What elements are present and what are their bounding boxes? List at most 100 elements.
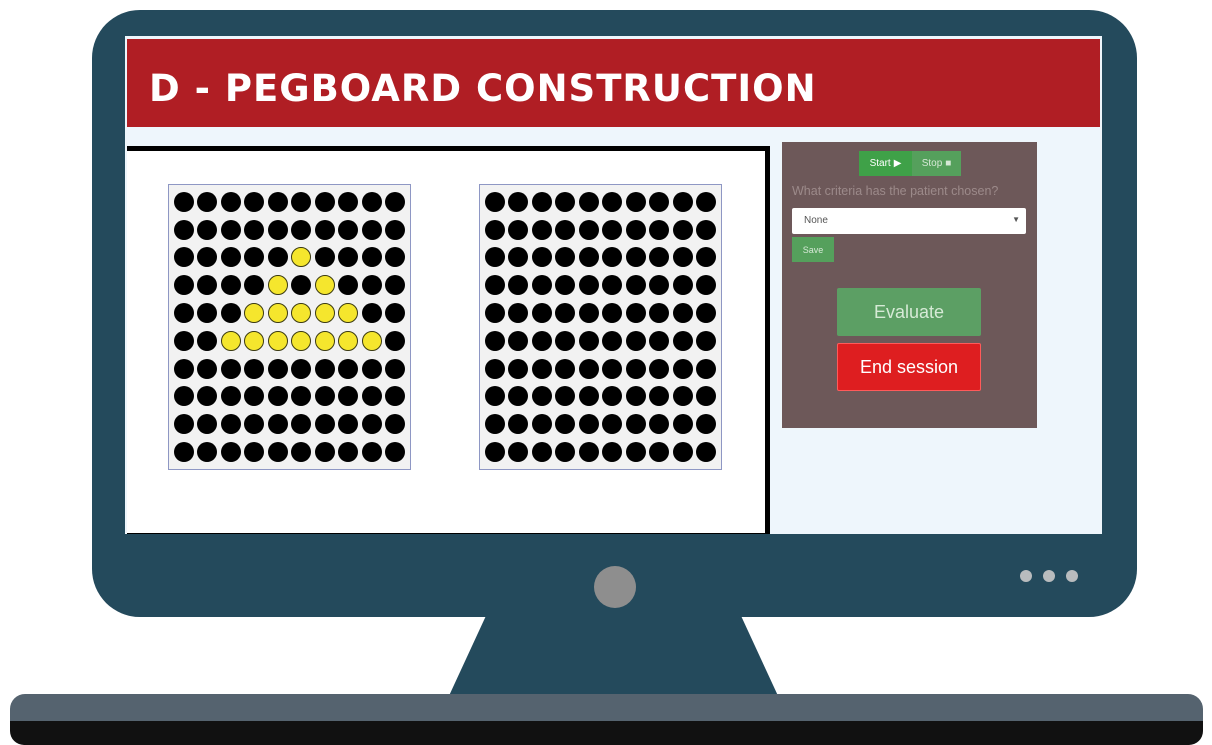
peg-hole[interactable] — [696, 247, 717, 268]
peg-hole[interactable] — [555, 442, 576, 463]
peg-hole[interactable] — [484, 219, 505, 240]
peg-hole[interactable] — [696, 303, 717, 324]
peg-hole[interactable] — [578, 275, 599, 296]
peg-hole[interactable] — [696, 358, 717, 379]
peg-hole[interactable] — [672, 219, 693, 240]
peg-hole[interactable] — [625, 247, 646, 268]
peg-hole[interactable] — [602, 303, 623, 324]
peg-hole[interactable] — [531, 386, 552, 407]
peg-hole[interactable] — [672, 275, 693, 296]
peg-hole[interactable] — [672, 358, 693, 379]
peg-hole[interactable] — [696, 191, 717, 212]
peg-hole[interactable] — [555, 275, 576, 296]
peg-hole[interactable] — [484, 303, 505, 324]
start-button[interactable]: Start ▶ — [859, 151, 912, 176]
peg-hole[interactable] — [484, 330, 505, 351]
peg-hole[interactable] — [649, 303, 670, 324]
peg-hole[interactable] — [602, 219, 623, 240]
peg-hole[interactable] — [649, 358, 670, 379]
peg-hole[interactable] — [672, 247, 693, 268]
peg-hole[interactable] — [531, 247, 552, 268]
peg-hole[interactable] — [578, 303, 599, 324]
peg-hole[interactable] — [696, 275, 717, 296]
peg-hole[interactable] — [649, 275, 670, 296]
peg-hole[interactable] — [625, 191, 646, 212]
peg-hole[interactable] — [696, 386, 717, 407]
peg-hole[interactable] — [531, 330, 552, 351]
peg-hole[interactable] — [625, 330, 646, 351]
peg-hole[interactable] — [508, 442, 529, 463]
peg-hole[interactable] — [484, 442, 505, 463]
evaluate-button[interactable]: Evaluate — [837, 288, 981, 336]
peg-hole[interactable] — [625, 219, 646, 240]
peg-hole[interactable] — [672, 330, 693, 351]
peg-hole[interactable] — [555, 358, 576, 379]
peg-hole[interactable] — [649, 386, 670, 407]
peg-hole[interactable] — [508, 330, 529, 351]
peg-hole[interactable] — [531, 219, 552, 240]
peg-hole[interactable] — [649, 414, 670, 435]
peg-hole[interactable] — [484, 247, 505, 268]
peg-hole[interactable] — [484, 358, 505, 379]
peg-hole[interactable] — [508, 358, 529, 379]
end-session-button[interactable]: End session — [837, 343, 981, 391]
peg-hole[interactable] — [531, 191, 552, 212]
save-button[interactable]: Save — [792, 237, 834, 262]
peg-hole[interactable] — [555, 330, 576, 351]
peg-hole[interactable] — [555, 414, 576, 435]
peg-hole[interactable] — [649, 330, 670, 351]
peg-hole[interactable] — [578, 386, 599, 407]
peg-hole[interactable] — [649, 442, 670, 463]
peg-hole[interactable] — [625, 442, 646, 463]
peg-hole[interactable] — [555, 247, 576, 268]
peg-hole[interactable] — [508, 414, 529, 435]
peg-hole[interactable] — [578, 414, 599, 435]
peg-hole[interactable] — [508, 386, 529, 407]
peg-hole[interactable] — [508, 191, 529, 212]
peg-hole[interactable] — [531, 275, 552, 296]
peg-hole[interactable] — [531, 303, 552, 324]
peg-hole[interactable] — [649, 219, 670, 240]
peg-hole[interactable] — [578, 330, 599, 351]
peg-hole[interactable] — [578, 247, 599, 268]
peg-hole[interactable] — [672, 442, 693, 463]
peg-hole[interactable] — [602, 442, 623, 463]
peg-hole[interactable] — [602, 386, 623, 407]
peg-hole[interactable] — [555, 386, 576, 407]
peg-hole[interactable] — [531, 358, 552, 379]
peg-hole[interactable] — [508, 275, 529, 296]
peg-hole[interactable] — [484, 275, 505, 296]
peg-hole[interactable] — [602, 191, 623, 212]
peg-hole[interactable] — [578, 358, 599, 379]
peg-hole[interactable] — [508, 247, 529, 268]
pegboard-patient[interactable] — [479, 184, 722, 470]
peg-hole[interactable] — [555, 219, 576, 240]
peg-hole[interactable] — [508, 303, 529, 324]
peg-hole[interactable] — [649, 247, 670, 268]
peg-hole[interactable] — [484, 414, 505, 435]
peg-hole[interactable] — [672, 303, 693, 324]
peg-hole[interactable] — [672, 414, 693, 435]
peg-hole[interactable] — [602, 247, 623, 268]
peg-hole[interactable] — [602, 275, 623, 296]
peg-hole[interactable] — [578, 219, 599, 240]
peg-hole[interactable] — [508, 219, 529, 240]
stop-button[interactable]: Stop ■ — [912, 151, 961, 176]
peg-hole[interactable] — [578, 191, 599, 212]
peg-hole[interactable] — [649, 191, 670, 212]
peg-hole[interactable] — [484, 191, 505, 212]
peg-hole[interactable] — [625, 303, 646, 324]
peg-hole[interactable] — [555, 303, 576, 324]
peg-hole[interactable] — [672, 386, 693, 407]
peg-hole[interactable] — [555, 191, 576, 212]
peg-hole[interactable] — [578, 442, 599, 463]
peg-hole[interactable] — [696, 330, 717, 351]
peg-hole[interactable] — [696, 219, 717, 240]
peg-hole[interactable] — [625, 275, 646, 296]
peg-hole[interactable] — [602, 330, 623, 351]
peg-hole[interactable] — [602, 358, 623, 379]
peg-hole[interactable] — [625, 414, 646, 435]
peg-hole[interactable] — [531, 442, 552, 463]
peg-hole[interactable] — [602, 414, 623, 435]
peg-hole[interactable] — [484, 386, 505, 407]
